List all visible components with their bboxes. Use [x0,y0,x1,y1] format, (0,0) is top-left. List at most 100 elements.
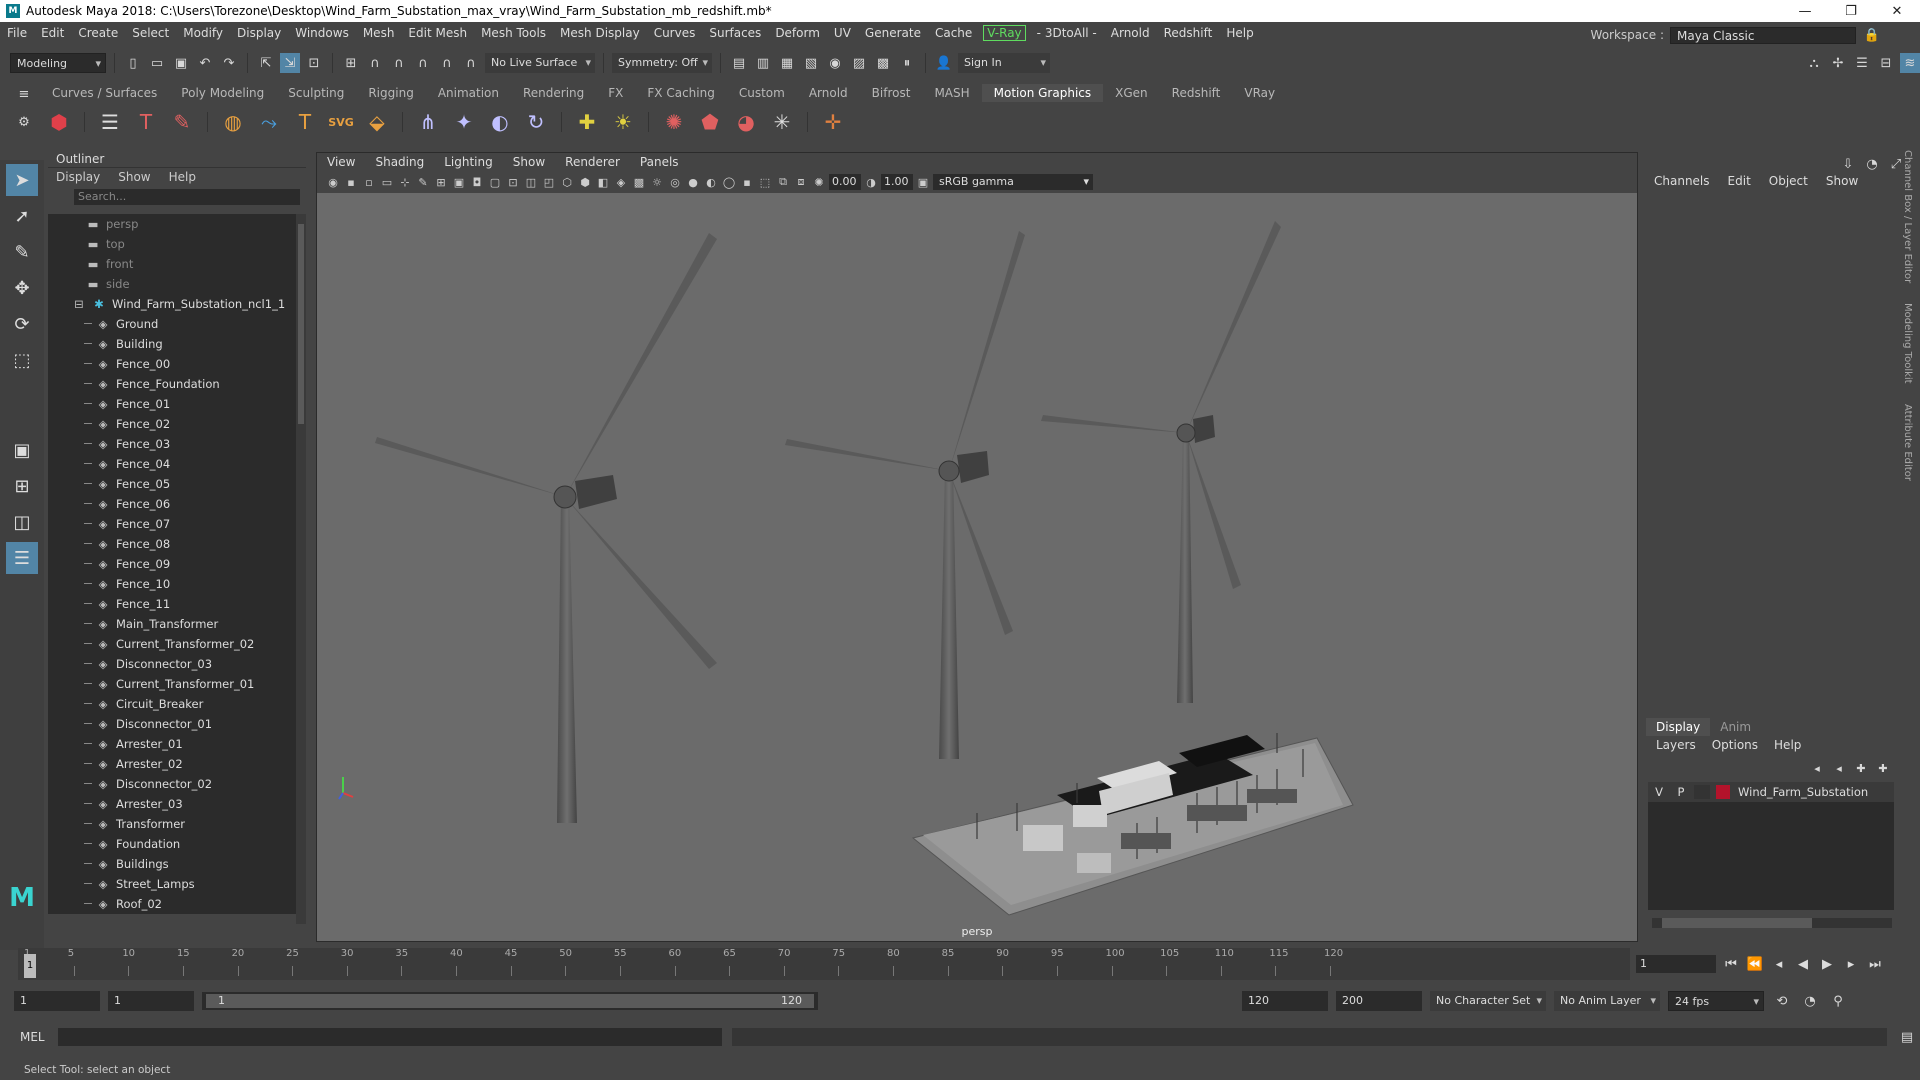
tree-item[interactable]: ◈ Buildings [48,854,296,874]
new-layer-icon[interactable]: ✚ [1852,760,1870,776]
side-tab-modeling-toolkit[interactable]: Modeling Toolkit [1902,303,1913,384]
hud-icon[interactable]: ⧈ [793,174,809,190]
shelf-tab-xgen[interactable]: XGen [1103,84,1160,102]
fps-dropdown[interactable]: 24 fps [1668,991,1764,1012]
xray-active-icon[interactable]: ⧉ [775,174,791,190]
mash-list-icon[interactable]: ☰ [95,107,125,137]
viewport-menu-shading[interactable]: Shading [365,153,434,171]
wind-turbine-1[interactable] [375,233,717,823]
xray-icon[interactable]: ☼ [649,174,665,190]
gate-mask-icon[interactable]: ▢ [487,174,503,190]
render-sequence-icon[interactable]: ▥ [753,53,773,73]
snap-grid-icon[interactable]: ⊞ [341,53,361,73]
channelbox-menu-edit[interactable]: Edit [1728,174,1751,188]
render-settings-icon[interactable]: ▧ [801,53,821,73]
four-view-icon[interactable]: ⊞ [6,470,38,502]
shelf-tab-motion-graphics[interactable]: Motion Graphics [981,84,1104,102]
motion-blur-icon[interactable]: ◐ [703,174,719,190]
use-all-lights-icon[interactable]: ◈ [613,174,629,190]
isolate-select-icon[interactable]: ⬚ [757,174,773,190]
tree-item-root[interactable]: ⊟ ✱ Wind_Farm_Substation_ncl1_1 [48,294,296,314]
camera-attributes-icon[interactable]: ▪ [343,174,359,190]
paint-select-icon[interactable]: ✎ [6,236,38,268]
wind-turbine-3[interactable] [1041,221,1281,703]
ipr-render-icon[interactable]: ▦ [777,53,797,73]
character-controls-icon[interactable]: ✢ [1828,53,1848,73]
tree-item[interactable]: ◈ Fence_01 [48,394,296,414]
menuset-dropdown[interactable]: Modeling [10,53,106,74]
lasso-tool-icon[interactable]: ➚ [6,200,38,232]
step-back-frame-icon[interactable]: ◂ [1770,957,1788,972]
pause-icon[interactable]: ⏸ [897,53,917,73]
shelf-tab-rigging[interactable]: Rigging [356,84,425,102]
menu-edit-mesh[interactable]: Edit Mesh [401,26,474,40]
menu-modify[interactable]: Modify [176,26,230,40]
side-tab-attribute-editor[interactable]: Attribute Editor [1902,404,1913,481]
tree-item-top[interactable]: ▬ top [48,234,296,254]
sphere-create-icon[interactable]: ◍ [218,107,248,137]
sign-in-button[interactable]: Sign In [958,53,1050,73]
image-plane-icon[interactable]: ▭ [379,174,395,190]
collapse-icon[interactable]: ⊟ [72,294,86,314]
shelf-tab-poly-modeling[interactable]: Poly Modeling [169,84,276,102]
layer-menu-help[interactable]: Help [1774,738,1801,752]
textured-icon[interactable]: ◧ [595,174,611,190]
type-tool-icon[interactable]: T [131,107,161,137]
outliner-search-input[interactable]: Search... [74,189,300,205]
tree-item[interactable]: ◈ Fence_Foundation [48,374,296,394]
menu-edit[interactable]: Edit [34,26,71,40]
layer-type-toggle[interactable] [1694,785,1710,799]
safe-action-icon[interactable]: ◫ [523,174,539,190]
layer-menu-layers[interactable]: Layers [1656,738,1696,752]
menu-redshift[interactable]: Redshift [1157,26,1220,40]
menu-file[interactable]: File [0,26,34,40]
shelf-tab-sculpting[interactable]: Sculpting [276,84,356,102]
channelbox-menu-show[interactable]: Show [1826,174,1858,188]
2d-pan-icon[interactable]: ⊹ [397,174,413,190]
scale-tool-icon[interactable]: ⬚ [6,344,38,376]
mash-scatter-icon[interactable]: ✦ [449,107,479,137]
mash-flare-icon[interactable]: ◕ [731,107,761,137]
script-editor-icon[interactable]: ▤ [1897,1027,1917,1047]
menu-uv[interactable]: UV [827,26,858,40]
menu-generate[interactable]: Generate [858,26,928,40]
render-setup-icon[interactable]: ▩ [873,53,893,73]
play-backward-icon[interactable]: ◀ [1794,957,1812,972]
snap-view-icon[interactable]: ∩ [413,53,433,73]
move-tool-icon[interactable]: ✥ [6,272,38,304]
minimize-button[interactable]: — [1782,4,1828,19]
menu-display[interactable]: Display [230,26,288,40]
film-gate-icon[interactable]: ▣ [451,174,467,190]
go-to-end-icon[interactable]: ⏭ [1866,957,1884,972]
viewport-menu-renderer[interactable]: Renderer [555,153,630,171]
mash-star-icon[interactable]: ✳ [767,107,797,137]
select-tool-icon[interactable]: ➤ [6,164,38,196]
gamma-field[interactable]: 1.00 [881,174,913,190]
mash-curve-icon[interactable]: ◐ [485,107,515,137]
menu-help[interactable]: Help [1219,26,1260,40]
shelf-tab-animation[interactable]: Animation [426,84,511,102]
attribute-editor-icon[interactable]: ☰ [1852,53,1872,73]
tree-item[interactable]: ◈ Building [48,334,296,354]
tree-item[interactable]: ◈ Current_Transformer_02 [48,634,296,654]
character-set-dropdown[interactable]: No Character Set [1430,991,1546,1011]
layer-hscrollbar[interactable] [1652,918,1892,928]
layer-row[interactable]: V P Wind_Farm_Substation [1648,782,1894,802]
anim-prefs-icon[interactable]: ⚲ [1828,991,1848,1011]
menu-surfaces[interactable]: Surfaces [702,26,768,40]
wind-turbine-2[interactable] [785,231,1025,759]
depth-of-field-icon[interactable]: ▪ [739,174,755,190]
screen-space-ao-icon[interactable]: ● [685,174,701,190]
bookmark-icon[interactable]: ▫ [361,174,377,190]
grease-pencil-icon[interactable]: ✎ [415,174,431,190]
live-surface-field[interactable]: No Live Surface [485,53,595,73]
viewport-menu-show[interactable]: Show [503,153,555,171]
xray-joints-icon[interactable]: ◎ [667,174,683,190]
layer-menu-options[interactable]: Options [1712,738,1758,752]
tree-item[interactable]: ◈ Fence_03 [48,434,296,454]
field-chart-icon[interactable]: ⊡ [505,174,521,190]
layer-name[interactable]: Wind_Farm_Substation [1738,785,1868,799]
menu-3dtoall[interactable]: - 3DtoAll - [1030,26,1104,40]
current-frame-field[interactable]: 1 [1636,955,1716,973]
shadows-icon[interactable]: ▩ [631,174,647,190]
